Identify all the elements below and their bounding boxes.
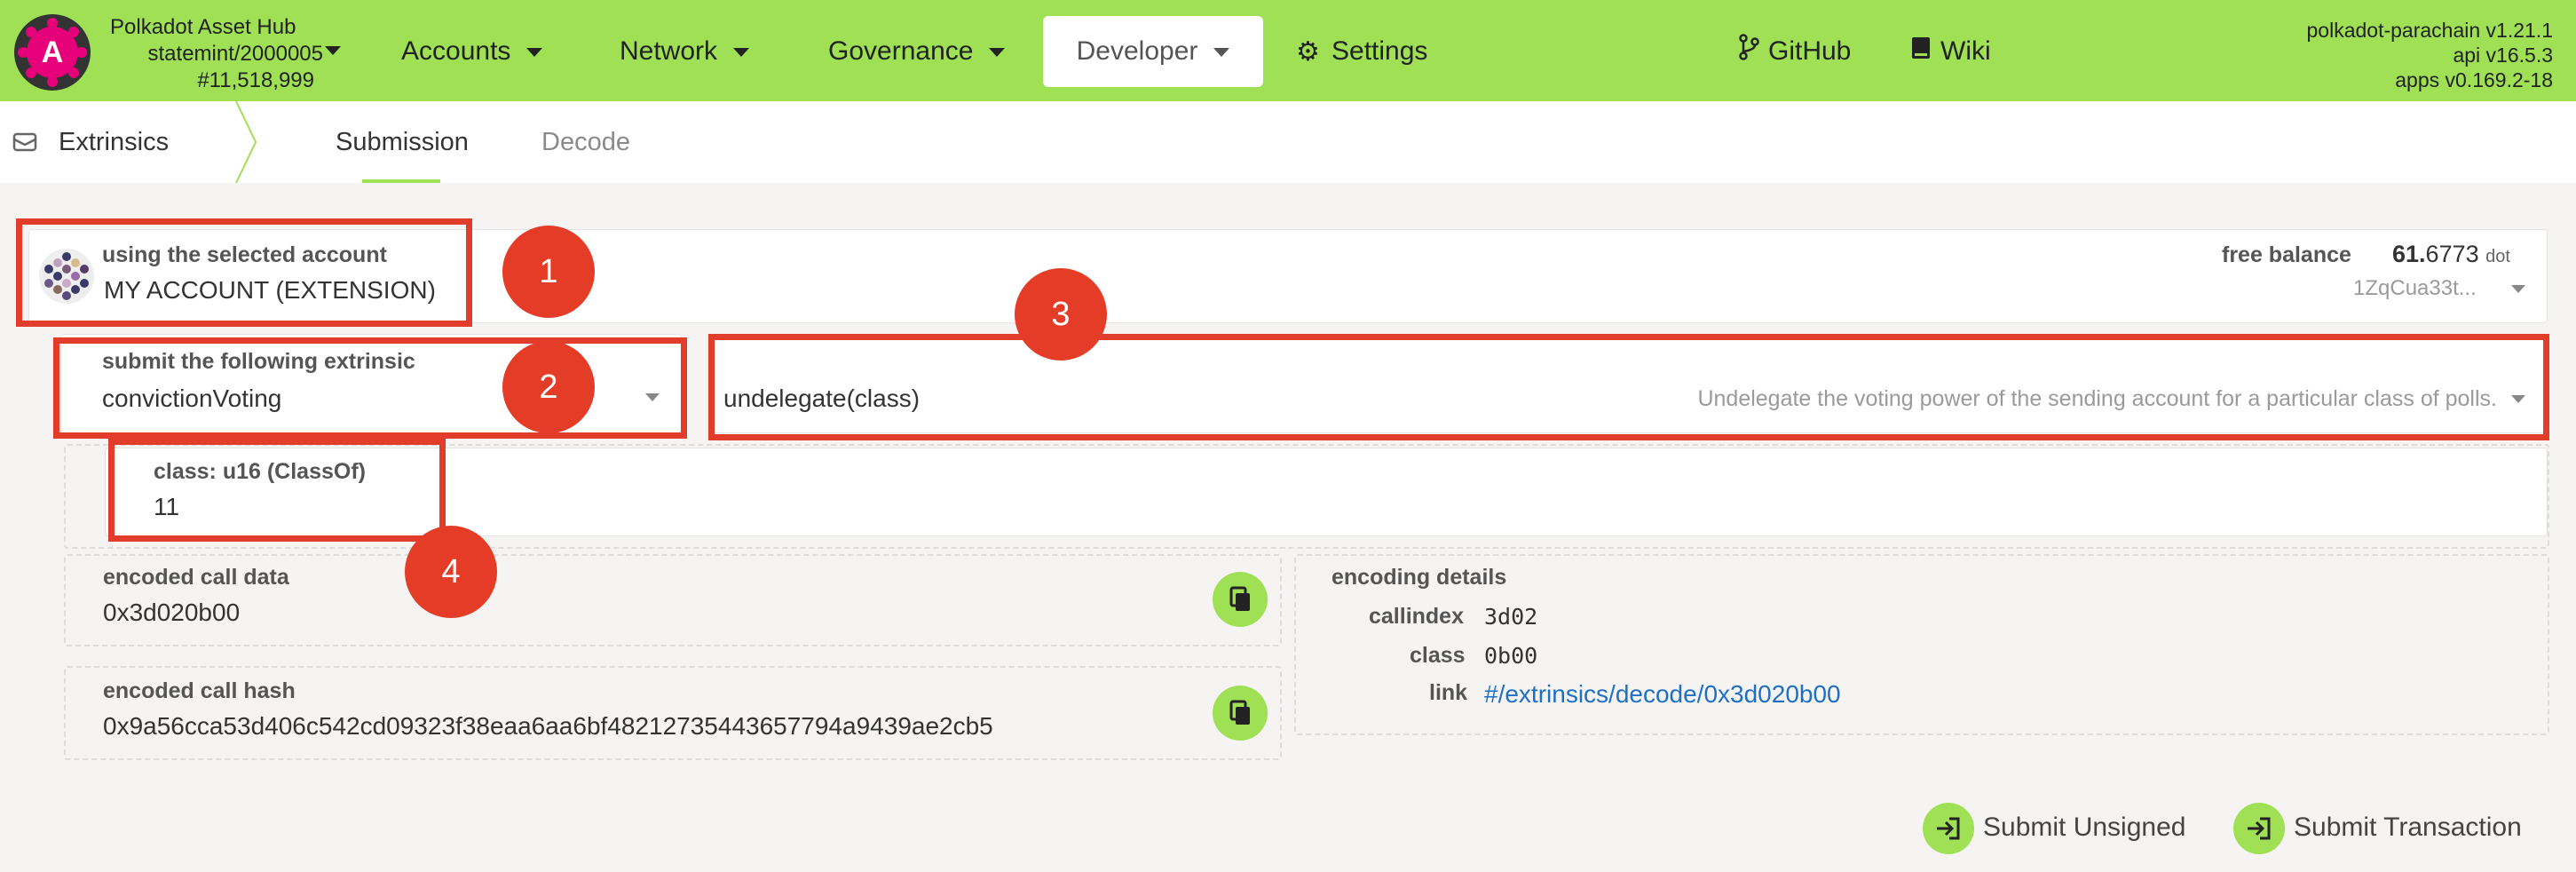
balance-integer: 61. — [2392, 241, 2426, 267]
callindex-value: 3d02 — [1484, 604, 1538, 630]
encoded-call-data-box: encoded call data 0x3d020b00 — [64, 554, 1282, 646]
submit-unsigned-label: Submit Unsigned — [1983, 813, 2186, 842]
sub-navigation: Extrinsics Submission Decode — [0, 101, 2576, 183]
annotation-box-4 — [108, 439, 446, 542]
class-label: class — [1410, 643, 1466, 668]
annotation-badge-4: 4 — [405, 526, 497, 618]
chain-id: statemint/2000005 — [147, 42, 323, 66]
chain-name: Polkadot Asset Hub — [110, 15, 296, 39]
encoding-details-title: encoding details — [1331, 565, 1507, 590]
class-value: 0b00 — [1484, 643, 1538, 669]
section-title: Extrinsics — [59, 128, 170, 156]
nav-accounts[interactable]: Accounts — [401, 16, 543, 87]
nav-wiki-label: Wiki — [1940, 36, 1991, 66]
encoded-call-data-value: 0x3d020b00 — [103, 599, 241, 626]
annotation-badge-1: 1 — [502, 226, 595, 318]
annotation-box-1 — [16, 218, 472, 327]
chain-selector[interactable]: Polkadot Asset Hub statemint/2000005 #11… — [105, 14, 353, 94]
encoded-call-hash-label: encoded call hash — [103, 678, 296, 703]
submit-transaction-label: Submit Transaction — [2294, 813, 2522, 842]
breadcrumb-divider — [235, 101, 257, 183]
chevron-down-icon — [526, 48, 543, 58]
decode-link[interactable]: #/extrinsics/decode/0x3d020b00 — [1484, 680, 1841, 709]
nav-github-label: GitHub — [1768, 36, 1852, 66]
link-label: link — [1429, 680, 1468, 705]
annotation-box-3 — [708, 334, 2549, 440]
chevron-down-icon — [733, 48, 750, 58]
tab-decode[interactable]: Decode — [541, 101, 630, 183]
copy-icon[interactable] — [1213, 686, 1268, 741]
nav-settings[interactable]: ⚙ Settings — [1296, 16, 1427, 87]
envelope-icon — [12, 132, 37, 152]
encoded-call-hash-value: 0x9a56cca53d406c542cd09323f38eaa6aa6bf48… — [103, 712, 993, 740]
account-address: 1ZqCua33t... — [2353, 276, 2477, 300]
version-info: polkadot-parachain v1.21.1 api v16.5.3 a… — [2307, 18, 2553, 92]
nav-accounts-label: Accounts — [401, 36, 511, 66]
submit-transaction-button[interactable]: Submit Transaction — [2233, 801, 2535, 854]
copy-icon[interactable] — [1213, 572, 1268, 627]
chain-block-number: #11,518,999 — [197, 68, 314, 92]
param-class-input[interactable]: class: u16 (ClassOf) 11 — [105, 448, 2548, 536]
gear-icon: ⚙ — [1296, 37, 1320, 67]
version-apps: apps v0.169.2-18 — [2395, 68, 2553, 91]
free-balance-value: 61.6773 dot — [2392, 241, 2510, 268]
tab-submission[interactable]: Submission — [336, 101, 469, 183]
nav-developer[interactable]: Developer — [1043, 16, 1263, 87]
callindex-label: callindex — [1369, 604, 1464, 629]
sign-in-icon — [2233, 803, 2285, 854]
chevron-down-icon[interactable] — [2511, 285, 2525, 293]
encoded-call-hash-box: encoded call hash 0x9a56cca53d406c542cd0… — [64, 666, 1282, 760]
submit-unsigned-button[interactable]: Submit Unsigned — [1923, 801, 2189, 854]
git-branch-icon — [1738, 17, 1759, 88]
top-navigation: A Polkadot Asset Hub statemint/2000005 #… — [0, 0, 2576, 101]
encoding-details-box: encoding details callindex 3d02 class 0b… — [1294, 554, 2549, 735]
nav-developer-label: Developer — [1076, 36, 1198, 66]
free-balance-label: free balance — [2222, 242, 2351, 267]
chevron-down-icon[interactable] — [325, 46, 341, 55]
sign-in-icon — [1923, 803, 1974, 854]
nav-network[interactable]: Network — [620, 16, 750, 87]
annotation-badge-2: 2 — [502, 341, 595, 433]
nav-governance-label: Governance — [828, 36, 974, 66]
version-api: api v16.5.3 — [2453, 44, 2553, 67]
balance-decimals: 6773 — [2425, 241, 2479, 267]
polkadot-logo-icon[interactable]: A — [14, 14, 91, 91]
chevron-down-icon — [1213, 48, 1230, 58]
nav-github[interactable]: GitHub — [1738, 16, 1851, 87]
version-node: polkadot-parachain v1.21.1 — [2306, 19, 2553, 42]
annotation-badge-3: 3 — [1015, 268, 1107, 361]
balance-unit: dot — [2485, 247, 2510, 266]
book-icon — [1910, 17, 1932, 88]
encoded-call-data-label: encoded call data — [103, 565, 289, 590]
chevron-down-icon — [989, 48, 1006, 58]
nav-governance[interactable]: Governance — [828, 16, 1006, 87]
active-tab-indicator — [362, 179, 440, 183]
nav-network-label: Network — [620, 36, 718, 66]
nav-settings-label: Settings — [1331, 36, 1428, 66]
nav-wiki[interactable]: Wiki — [1910, 16, 1991, 87]
